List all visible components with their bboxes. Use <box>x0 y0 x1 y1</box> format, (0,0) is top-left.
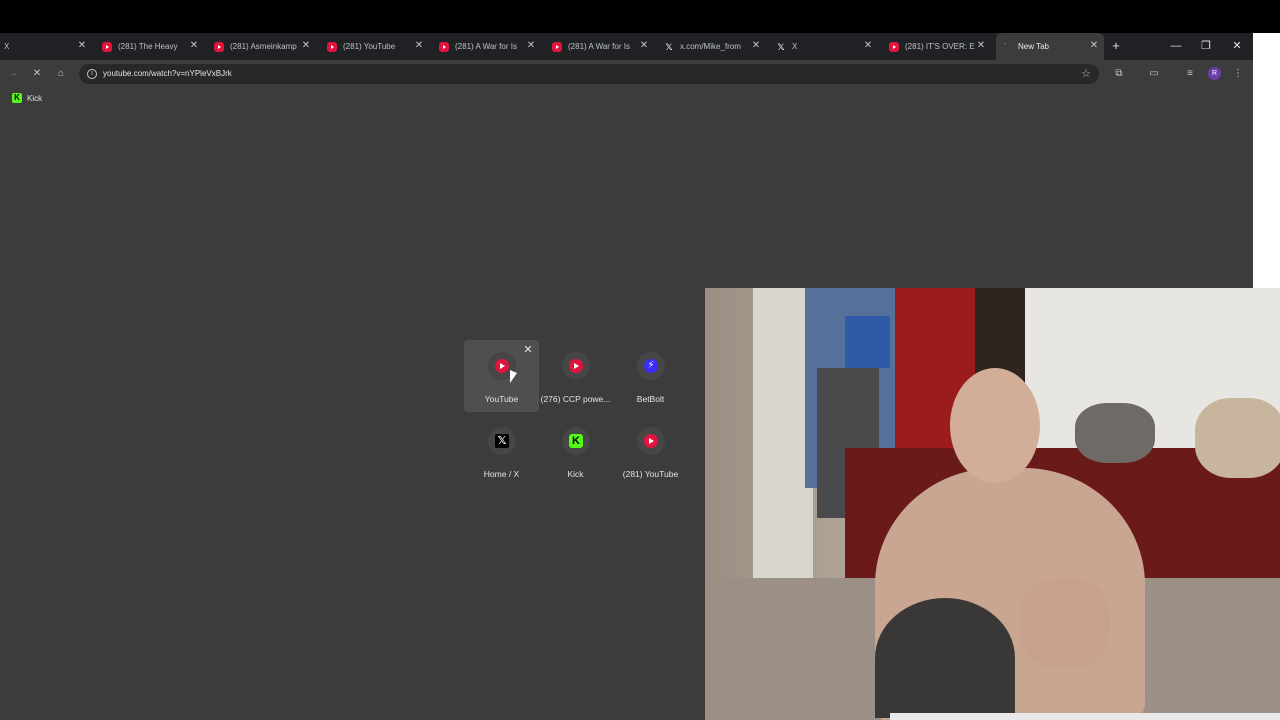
shortcut-home-x[interactable]: 𝕏 Home / X <box>464 415 539 487</box>
x-icon: 𝕏 <box>777 41 785 52</box>
webcam-pillow <box>1195 398 1280 478</box>
webcam-box <box>845 316 890 368</box>
tab-close-icon[interactable]: ✕ <box>300 40 312 52</box>
shortcut-label: BetBolt <box>636 394 665 404</box>
media-controls-icon[interactable]: ≡ <box>1183 67 1197 81</box>
tab-close-icon[interactable]: ✕ <box>862 40 874 52</box>
tab-close-icon[interactable]: ✕ <box>1088 40 1100 52</box>
youtube-icon <box>495 359 509 373</box>
shortcut-label: Home / X <box>483 469 520 479</box>
shortcut-ccp[interactable]: (276) CCP powe... <box>538 340 613 412</box>
bookmark-kick[interactable]: K Kick <box>12 93 42 103</box>
shortcut-icon-bg: 𝕏 <box>488 427 516 455</box>
x-icon: 𝕏 <box>665 41 673 52</box>
webcam-pillow <box>1075 403 1155 463</box>
cast-icon[interactable]: ▭ <box>1147 67 1161 81</box>
youtube-icon <box>327 41 337 52</box>
youtube-icon <box>102 41 112 52</box>
shortcut-label: YouTube <box>484 394 519 404</box>
youtube-icon <box>569 359 583 373</box>
shortcut-youtube[interactable]: YouTube ✕ <box>464 340 539 412</box>
bookmark-star-icon[interactable]: ☆ <box>1081 67 1091 80</box>
tab-asmeinkamp[interactable]: (281) Asmeinkamp ✕ <box>208 33 316 60</box>
home-icon[interactable]: ⌂ <box>54 67 68 81</box>
webcam-person-hand <box>1020 578 1110 668</box>
close-window-button[interactable]: ✕ <box>1230 39 1244 53</box>
shortcut-icon-bg <box>637 427 665 455</box>
shortcut-betbolt[interactable]: ⚡ BetBolt <box>613 340 688 412</box>
shortcut-kick[interactable]: K Kick <box>538 415 613 487</box>
toolbar: → ✕ ⌂ i youtube.com/watch?v=nYPleVxBJrk … <box>0 60 1253 88</box>
screen-edge <box>1253 33 1280 288</box>
tab-strip: X ✕ (281) The Heavy ✕ (281) Asmeinkamp ✕… <box>0 33 1253 60</box>
shortcut-icon-bg: K <box>562 427 590 455</box>
screen-top-bar <box>0 0 1280 33</box>
shortcut-281-youtube[interactable]: (281) YouTube <box>613 415 688 487</box>
shortcut-label: (281) YouTube <box>622 469 679 479</box>
tab-its-over[interactable]: (281) IT'S OVER: E ✕ <box>883 33 991 60</box>
youtube-icon <box>644 434 658 448</box>
bookmarks-bar: K Kick <box>0 88 1253 110</box>
tab-new-tab[interactable]: ˙ New Tab ✕ <box>996 33 1104 60</box>
bookmark-label: Kick <box>27 93 43 103</box>
webcam-person-head <box>950 368 1040 483</box>
address-bar[interactable]: i youtube.com/watch?v=nYPleVxBJrk ☆ <box>79 64 1099 84</box>
shortcut-remove-icon[interactable]: ✕ <box>522 344 534 356</box>
tab-close-icon[interactable]: ✕ <box>188 40 200 52</box>
tab-close-icon[interactable]: ✕ <box>76 40 88 52</box>
webcam-door <box>753 288 813 578</box>
youtube-icon <box>439 41 449 52</box>
shortcut-label: Kick <box>567 469 584 479</box>
loading-icon: ˙ <box>1004 41 1007 51</box>
tab-x-2[interactable]: 𝕏 X ✕ <box>770 33 878 60</box>
tab-war-for-is-2[interactable]: (281) A War for Is ✕ <box>546 33 654 60</box>
tab-heavy[interactable]: (281) The Heavy ✕ <box>96 33 204 60</box>
bolt-icon: ⚡ <box>644 359 658 373</box>
site-info-icon[interactable]: i <box>87 69 97 79</box>
youtube-icon <box>214 41 224 52</box>
shortcut-label: (276) CCP powe... <box>540 394 611 404</box>
youtube-icon <box>552 41 562 52</box>
tab-youtube[interactable]: (281) YouTube ✕ <box>321 33 429 60</box>
tab-close-icon[interactable]: ✕ <box>413 40 425 52</box>
menu-icon[interactable]: ⋮ <box>1231 67 1245 81</box>
tab-x[interactable]: X ✕ <box>0 33 92 60</box>
tab-close-icon[interactable]: ✕ <box>975 40 987 52</box>
mouse-cursor-icon <box>510 370 517 383</box>
webcam-overlay <box>705 288 1280 720</box>
tab-mike-from[interactable]: 𝕏 x.com/Mike_from ✕ <box>658 33 766 60</box>
address-url[interactable]: youtube.com/watch?v=nYPleVxBJrk <box>103 69 232 78</box>
restore-button[interactable]: ❐ <box>1199 39 1213 53</box>
kick-icon: K <box>12 93 22 103</box>
tab-close-icon[interactable]: ✕ <box>638 40 650 52</box>
extensions-icon[interactable]: ⧉ <box>1112 67 1126 81</box>
tab-close-icon[interactable]: ✕ <box>750 40 762 52</box>
webcam-knee <box>875 598 1015 718</box>
tab-war-for-is-1[interactable]: (281) A War for Is ✕ <box>433 33 541 60</box>
new-tab-button[interactable]: + <box>1109 39 1123 53</box>
kick-icon: K <box>569 434 583 448</box>
minimize-button[interactable]: — <box>1169 39 1183 53</box>
x-icon: 𝕏 <box>495 434 509 448</box>
stop-loading-icon[interactable]: ✕ <box>30 67 44 81</box>
forward-icon[interactable]: → <box>6 67 20 81</box>
shortcut-icon-bg <box>562 352 590 380</box>
youtube-icon <box>889 41 899 52</box>
webcam-desk-edge <box>890 713 1280 720</box>
shortcut-icon-bg: ⚡ <box>637 352 665 380</box>
tab-close-icon[interactable]: ✕ <box>525 40 537 52</box>
profile-avatar[interactable]: R <box>1208 67 1221 80</box>
